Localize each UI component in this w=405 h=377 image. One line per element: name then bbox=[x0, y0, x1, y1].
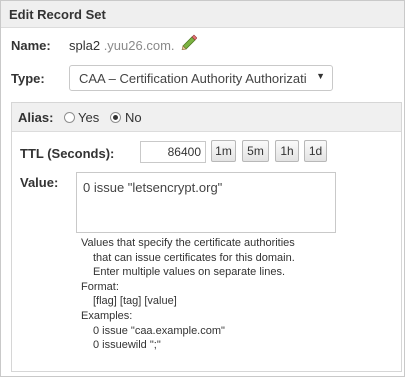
help-line: [flag] [tag] [value] bbox=[93, 295, 177, 308]
help-line: 0 issue "caa.example.com" bbox=[93, 324, 225, 337]
value-label: Value: bbox=[20, 175, 59, 190]
edit-record-set-panel: Edit Record Set Name: spla2 .yuu26.com. … bbox=[0, 0, 405, 377]
help-line: that can issue certificates for this dom… bbox=[93, 251, 295, 264]
pencil-icon[interactable] bbox=[179, 34, 197, 50]
name-value: spla2 .yuu26.com. bbox=[69, 38, 175, 53]
ttl-1m-button[interactable]: 1m bbox=[211, 140, 236, 162]
record-name: spla2 bbox=[69, 38, 101, 53]
alias-yes-label[interactable]: Yes bbox=[78, 110, 99, 125]
type-select-value: CAA – Certification Authority Authorizat… bbox=[79, 71, 307, 86]
help-line: Format: bbox=[81, 280, 119, 293]
alias-label: Alias: bbox=[18, 110, 54, 125]
ttl-1d-button[interactable]: 1d bbox=[304, 140, 327, 162]
help-line: 0 issuewild ";" bbox=[93, 339, 161, 352]
help-line: Values that specify the certificate auth… bbox=[81, 237, 295, 249]
type-label: Type: bbox=[11, 71, 45, 86]
ttl-5m-button[interactable]: 5m bbox=[242, 140, 269, 162]
domain-suffix: .yuu26.com. bbox=[100, 38, 175, 53]
help-line: Examples: bbox=[81, 309, 133, 322]
ttl-1h-button[interactable]: 1h bbox=[275, 140, 299, 162]
panel-title: Edit Record Set bbox=[9, 7, 106, 22]
chevron-down-icon: ▼ bbox=[316, 71, 325, 81]
panel-header: Edit Record Set bbox=[1, 1, 404, 28]
alias-no-radio[interactable] bbox=[110, 112, 121, 123]
value-help-text: Values that specify the certificate auth… bbox=[81, 236, 381, 353]
alias-yes-radio[interactable] bbox=[64, 112, 75, 123]
alias-no-label[interactable]: No bbox=[125, 110, 142, 125]
value-textarea-text: 0 issue "letsencrypt.org" bbox=[83, 180, 223, 195]
name-label: Name: bbox=[11, 38, 51, 53]
ttl-input[interactable]: 86400 bbox=[140, 141, 206, 163]
ttl-label: TTL (Seconds): bbox=[20, 146, 115, 161]
value-textarea[interactable]: 0 issue "letsencrypt.org" bbox=[76, 172, 336, 233]
type-select[interactable]: CAA – Certification Authority Authorizat… bbox=[69, 65, 333, 91]
alias-bar: Alias: Yes No bbox=[12, 103, 401, 132]
help-line: Enter multiple values on separate lines. bbox=[93, 266, 285, 279]
